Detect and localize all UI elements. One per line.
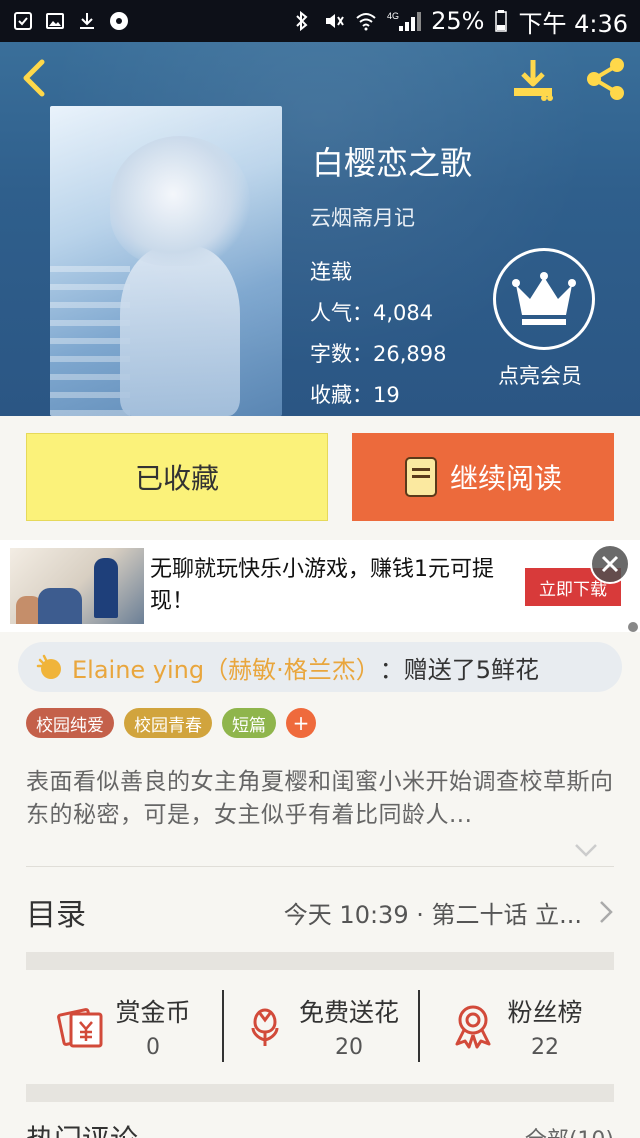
collected-button[interactable]: 已收藏 bbox=[26, 433, 328, 521]
book-popularity: 人气：4,084 bbox=[310, 301, 434, 325]
tag-list: 校园纯爱 校园青春 短篇 + bbox=[26, 708, 316, 738]
reward-coin-label: 赏金币 bbox=[115, 997, 191, 1027]
book-header: 白樱恋之歌 云烟斋月记 连载 人气：4,084 字数：26,898 收藏：19 … bbox=[0, 42, 640, 416]
signal-icon: 4G bbox=[387, 10, 422, 32]
latest-chapter: 今天 10:39 · 第二十话 立... bbox=[283, 900, 582, 929]
catalog-row[interactable]: 目录 今天 10:39 · 第二十话 立... bbox=[26, 880, 614, 944]
mute-icon bbox=[323, 10, 345, 32]
battery-percent: 25% bbox=[431, 7, 485, 35]
tag-item[interactable]: 校园纯爱 bbox=[26, 708, 114, 738]
catalog-title: 目录 bbox=[26, 898, 86, 933]
ad-image bbox=[10, 548, 144, 624]
fan-ranking-button[interactable]: 粉丝榜 22 bbox=[418, 986, 614, 1066]
ad-marker-icon bbox=[628, 622, 638, 632]
book-word-count: 字数：26,898 bbox=[310, 342, 447, 366]
gift-notice: Elaine ying（赫敏·格兰杰） ：赠送了5鲜花 bbox=[18, 642, 622, 692]
crown-icon bbox=[512, 272, 576, 325]
free-flower-value: 20 bbox=[334, 1034, 363, 1060]
settings-icon bbox=[108, 10, 130, 32]
continue-reading-button[interactable]: 继续阅读 bbox=[352, 433, 614, 521]
free-flower-label: 免费送花 bbox=[298, 997, 399, 1027]
reward-coin-value: 0 bbox=[145, 1034, 160, 1060]
tag-item[interactable]: 校园青春 bbox=[124, 708, 212, 738]
ad-close-button[interactable] bbox=[590, 544, 630, 584]
book-meta: 连载 人气：4,084 字数：26,898 收藏：19 bbox=[310, 252, 446, 416]
image-icon bbox=[44, 10, 66, 32]
hand-clap-icon bbox=[36, 654, 61, 679]
book-status: 连载 bbox=[310, 260, 352, 284]
share-button[interactable] bbox=[580, 54, 630, 104]
chevron-right-icon bbox=[600, 901, 613, 923]
medal-icon bbox=[455, 1005, 491, 1049]
add-tag-button[interactable]: + bbox=[286, 708, 316, 738]
back-arrow-icon bbox=[23, 59, 45, 97]
download-icon bbox=[514, 60, 553, 101]
book-author[interactable]: 云烟斋月记 bbox=[310, 202, 415, 232]
back-button[interactable] bbox=[14, 58, 54, 98]
vip-label[interactable]: 点亮会员 bbox=[498, 360, 582, 390]
gift-action: ：赠送了5鲜花 bbox=[379, 655, 540, 684]
reward-coin-button[interactable]: 赏金币 0 bbox=[26, 986, 222, 1066]
divider bbox=[26, 866, 614, 867]
download-button[interactable] bbox=[508, 54, 558, 104]
free-flower-button[interactable]: 免费送花 20 bbox=[222, 986, 418, 1066]
bluetooth-icon bbox=[291, 10, 313, 32]
coin-envelope-icon bbox=[57, 1008, 103, 1048]
share-icon bbox=[587, 58, 624, 100]
expand-chevron-icon[interactable] bbox=[574, 842, 598, 858]
clock: 下午 4:36 bbox=[518, 9, 628, 38]
gift-user[interactable]: Elaine ying（赫敏·格兰杰） bbox=[72, 650, 380, 685]
fan-ranking-value: 22 bbox=[530, 1034, 559, 1060]
notification-check-icon bbox=[12, 10, 34, 32]
fan-ranking-label: 粉丝榜 bbox=[507, 997, 583, 1027]
tag-item[interactable]: 短篇 bbox=[222, 708, 276, 738]
book-synopsis[interactable]: 表面看似善良的女主角夏樱和闺蜜小米开始调查校草斯向东的秘密，可是，女主似乎有着比… bbox=[26, 766, 618, 832]
all-comments-link[interactable]: 全部(10) bbox=[525, 1122, 614, 1138]
status-bar: 4G 25% 下午 4:36 bbox=[0, 0, 640, 42]
section-separator bbox=[26, 952, 614, 970]
close-icon bbox=[601, 555, 619, 573]
book-favorites: 收藏：19 bbox=[310, 383, 400, 407]
ad-text: 无聊就玩快乐小游戏，赚钱1元可提现！ bbox=[150, 557, 494, 614]
battery-icon bbox=[494, 10, 508, 32]
continue-reading-label: 继续阅读 bbox=[449, 462, 562, 495]
vip-button[interactable] bbox=[493, 248, 595, 350]
download-icon bbox=[76, 10, 98, 32]
book-title: 白樱恋之歌 bbox=[312, 144, 473, 182]
ad-banner[interactable]: 无聊就玩快乐小游戏，赚钱1元可提现！ 立即下载 bbox=[0, 540, 640, 632]
book-cover-image[interactable] bbox=[50, 106, 282, 416]
flower-icon bbox=[251, 1008, 279, 1046]
hot-comments-title: 热门评论 bbox=[26, 1118, 138, 1138]
svg-text:4G: 4G bbox=[387, 11, 399, 21]
stats-row: 赏金币 0 免费送花 20 粉丝榜 22 bbox=[26, 986, 614, 1066]
hot-comments-header: 热门评论 全部(10) bbox=[26, 1118, 614, 1138]
section-separator bbox=[26, 1084, 614, 1102]
wifi-icon bbox=[355, 10, 377, 32]
book-icon bbox=[404, 457, 437, 497]
